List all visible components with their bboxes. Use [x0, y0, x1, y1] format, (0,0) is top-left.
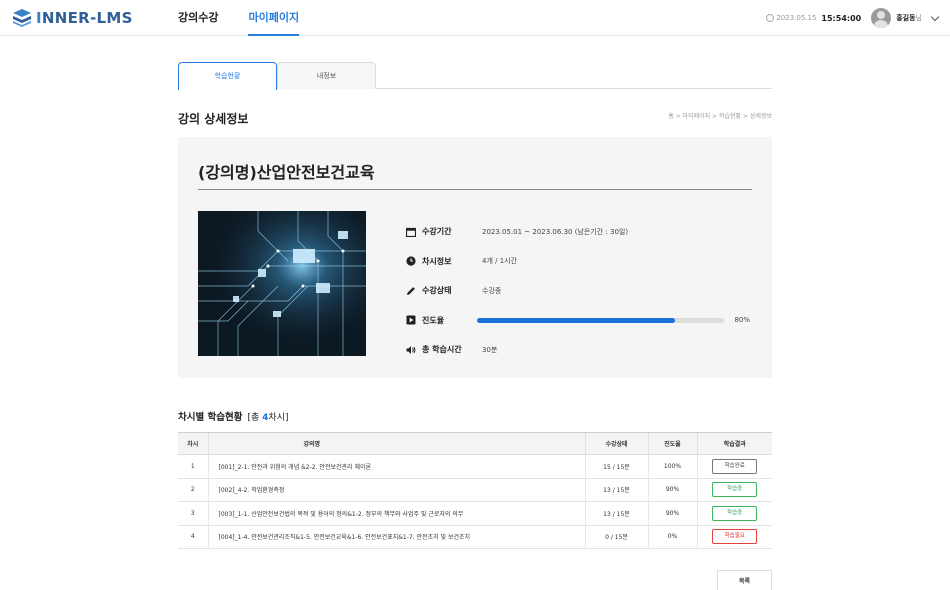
tab-my-info[interactable]: 내정보 — [277, 62, 376, 89]
list-button[interactable]: 목록 — [717, 570, 772, 590]
result-badge-required[interactable]: 학습필요 — [712, 529, 758, 545]
col-header: 차시 — [178, 432, 208, 455]
col-header: 수강상태 — [584, 432, 648, 455]
col-header: 강의명 — [207, 432, 585, 455]
current-date: 2023.05.15 — [776, 14, 817, 22]
table-row: 4 [004]_1-4. 안전보건관리조직&1-5. 안전보건교육&1-6. 안… — [178, 525, 772, 549]
info-row-session: 차시정보 4개 / 1시간 — [406, 247, 752, 277]
nav-course[interactable]: 강의수강 — [178, 0, 218, 36]
course-card: (강의명)산업안전보건교육 수강기간 2023.05.01 ~ 2023.06.… — [178, 137, 772, 378]
clock-icon — [766, 14, 775, 22]
col-header: 진도율 — [647, 432, 697, 455]
pencil-icon — [407, 286, 415, 295]
course-info: 수강기간 2023.05.01 ~ 2023.06.30 (남은기간 : 30일… — [406, 217, 752, 365]
table-row: 2 [002]_4-2. 작업환경측정 13 / 15분 90% 학습중 — [178, 478, 772, 502]
page-title: 강의 상세정보 — [178, 112, 249, 126]
play-icon — [406, 315, 416, 325]
header-right: 2023.05.15 15:54:00 홍길동 님 — [766, 0, 940, 36]
result-badge-in-progress[interactable]: 학습중 — [712, 505, 758, 521]
divider — [198, 189, 752, 190]
chevron-down-icon[interactable] — [930, 12, 940, 21]
calendar-icon — [406, 227, 416, 237]
lecture-name[interactable]: [003]_1-1. 산업안전보건법의 목적 및 용어의 정의&1-2. 정부의… — [207, 501, 585, 526]
tab-bar: 학습현황 내정보 — [178, 62, 772, 90]
user-name[interactable]: 홍길동 — [896, 13, 915, 23]
current-time: 15:54:00 — [821, 13, 862, 23]
info-row-total-time: 총 학습시간 30분 — [406, 335, 752, 365]
col-header: 학습결과 — [696, 432, 772, 455]
period-value: 2023.05.01 ~ 2023.06.30 (남은기간 : 30일) — [482, 227, 629, 236]
main-nav: 강의수강 마이페이지 — [178, 0, 329, 36]
avatar[interactable] — [871, 8, 892, 28]
lecture-name[interactable]: [002]_4-2. 작업환경측정 — [207, 478, 585, 502]
nav-mypage[interactable]: 마이페이지 — [248, 0, 300, 36]
user-suffix: 님 — [915, 14, 922, 22]
logo-icon — [13, 9, 31, 27]
logo[interactable]: INNER-LMS — [12, 8, 133, 28]
lecture-name[interactable]: [004]_1-4. 안전보건관리조직&1-5. 안전보건교육&1-6. 안전보… — [207, 525, 585, 549]
total-time-value: 30분 — [482, 345, 498, 354]
circuit-image — [198, 211, 366, 356]
progress-fill — [477, 317, 675, 323]
progress-bar — [477, 317, 724, 323]
info-row-status: 수강상태 수강중 — [406, 276, 752, 306]
result-badge-complete[interactable]: 학습완료 — [712, 458, 758, 474]
breadcrumb: 홈 > 마이페이지 > 학습현황 > 상세정보 — [668, 113, 772, 120]
top-header: INNER-LMS 강의수강 마이페이지 2023.05.15 15:54:00… — [0, 0, 950, 36]
table-header-row: 차시 강의명 수강상태 진도율 학습결과 — [178, 432, 772, 455]
speaker-icon — [406, 345, 416, 354]
tab-learning-status[interactable]: 학습현황 — [178, 62, 277, 90]
sessions-table: 차시 강의명 수강상태 진도율 학습결과 1 [001]_2-1. 안전과 위험… — [178, 432, 772, 549]
session-value: 4개 / 1시간 — [482, 257, 518, 266]
info-row-period: 수강기간 2023.05.01 ~ 2023.06.30 (남은기간 : 30일… — [406, 217, 752, 247]
table-row: 1 [001]_2-1. 안전과 위험의 개념 &2-2. 안전보건관리 체이론… — [178, 454, 772, 479]
table-row: 3 [003]_1-1. 산업안전보건법의 목적 및 용어의 정의&1-2. 정… — [178, 501, 772, 526]
result-badge-in-progress[interactable]: 학습중 — [712, 482, 758, 498]
sessions-count: [총 4차시] — [247, 413, 289, 423]
lecture-name[interactable]: [001]_2-1. 안전과 위험의 개념 &2-2. 안전보건관리 체이론 — [207, 454, 585, 479]
clock-icon — [406, 256, 416, 266]
sessions-title: 차시별 학습현황 [총 4차시] — [178, 412, 289, 423]
progress-percent: 80% — [734, 315, 750, 324]
course-title: (강의명)산업안전보건교육 — [198, 163, 375, 182]
info-row-progress: 진도율 80% — [406, 306, 752, 336]
course-thumbnail — [198, 211, 366, 356]
status-value: 수강중 — [482, 286, 502, 295]
